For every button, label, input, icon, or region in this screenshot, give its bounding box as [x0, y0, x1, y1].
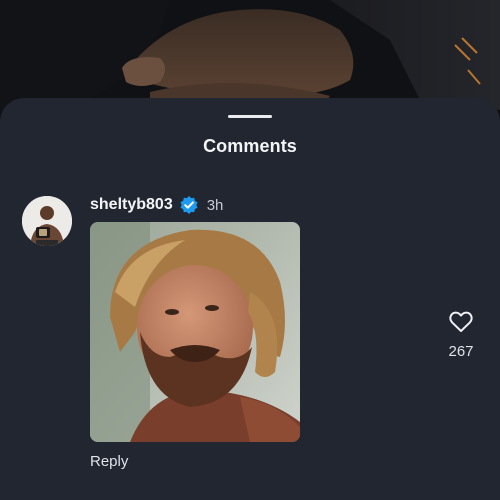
avatar-image: [22, 196, 72, 246]
verified-badge-icon: [179, 195, 199, 215]
comment-header: sheltyb803 3h: [90, 194, 223, 216]
bearded-man-photo: [90, 222, 300, 442]
drag-handle[interactable]: [228, 115, 272, 118]
username[interactable]: sheltyb803: [90, 196, 173, 214]
comments-sheet: Comments sheltyb803 3h Reply 267: [0, 98, 500, 500]
comment-image[interactable]: [90, 222, 300, 442]
sheet-title: Comments: [203, 136, 297, 156]
heart-outline-icon[interactable]: [449, 311, 473, 333]
like-count: 267: [448, 343, 474, 360]
screen: Comments sheltyb803 3h Reply 267: [0, 0, 500, 500]
reply-button[interactable]: Reply: [90, 453, 128, 470]
comment-timestamp: 3h: [206, 196, 224, 214]
avatar[interactable]: [22, 196, 72, 246]
